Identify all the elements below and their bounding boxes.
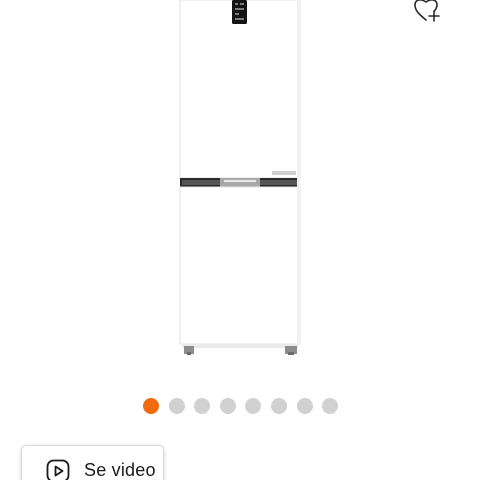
product-gallery: Se video [0, 0, 480, 480]
carousel-dot[interactable] [322, 398, 339, 414]
play-icon [46, 459, 70, 480]
carousel-dot[interactable] [245, 398, 262, 414]
watch-video-label: Se video [84, 460, 156, 480]
carousel-dot[interactable] [296, 398, 313, 414]
carousel-dot[interactable] [143, 398, 159, 414]
carousel-dot[interactable] [270, 398, 287, 414]
carousel-dot[interactable] [219, 398, 236, 414]
carousel-dot[interactable] [194, 398, 211, 414]
product-image[interactable] [176, 0, 304, 356]
add-to-wishlist-button[interactable] [412, 0, 446, 26]
carousel-dot[interactable] [168, 398, 185, 414]
heart-plus-icon [414, 0, 440, 22]
carousel-indicators [143, 398, 339, 414]
fridge-illustration [179, 0, 301, 355]
watch-video-button[interactable]: Se video [21, 445, 164, 480]
